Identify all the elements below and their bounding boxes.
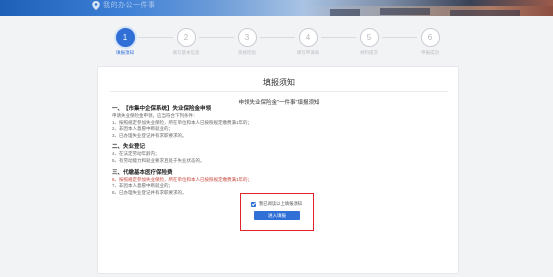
banner-skyline bbox=[330, 9, 360, 16]
step-2: 2 填写基本信息 bbox=[166, 28, 206, 56]
enter-button[interactable]: 进入填报 bbox=[254, 211, 300, 220]
section-heading: 三、代缴基本医疗保险费 bbox=[112, 169, 173, 176]
notice-card: 填报须知 申领失业保险金"一件事"填报须知 一、【市集中企保系统】失业保险金申领… bbox=[97, 66, 459, 274]
step-number: 2 bbox=[176, 28, 196, 47]
step-number: 4 bbox=[298, 28, 318, 47]
notice-section: 一、【市集中企保系统】失业保险金申领 申请失业保险金申领，应当符合下列条件： 1、按… bbox=[112, 105, 442, 139]
step-number: 3 bbox=[237, 28, 257, 47]
divider bbox=[110, 91, 448, 92]
site-logo[interactable]: 我的办公一件事 bbox=[92, 0, 156, 10]
progress-stepper: 1 填报须知 2 填写基本信息 3 资格检验 4 填写申请表 5 材料提交 6 申报成功 bbox=[95, 28, 465, 58]
step-label: 填报须知 bbox=[116, 50, 134, 55]
agree-checkbox[interactable] bbox=[251, 201, 256, 207]
step-3: 3 资格检验 bbox=[227, 28, 267, 56]
step-label: 申报成功 bbox=[421, 50, 439, 55]
agree-checkbox-row[interactable]: 我已阅读以上填报须知 bbox=[251, 201, 302, 207]
step-6: 6 申报成功 bbox=[410, 28, 450, 56]
site-title: 我的办公一件事 bbox=[103, 2, 156, 9]
banner-skyline bbox=[380, 8, 430, 15]
step-4: 4 填写申请表 bbox=[288, 28, 328, 56]
step-number: 6 bbox=[420, 28, 440, 47]
section-line: 2、非因本人意愿中断就业的； bbox=[112, 126, 174, 132]
top-banner: 我的办公一件事 bbox=[0, 0, 553, 16]
step-1: 1 填报须知 bbox=[105, 28, 145, 56]
banner-skyline bbox=[450, 10, 520, 16]
section-line: 3、已办理失业登记并有求职要求的。 bbox=[112, 132, 187, 138]
step-5: 5 材料提交 bbox=[349, 28, 389, 56]
step-label: 资格检验 bbox=[238, 50, 256, 55]
step-label: 材料提交 bbox=[360, 50, 378, 55]
section-heading: 一、【市集中企保系统】失业保险金申领 bbox=[112, 106, 212, 112]
location-pin-icon bbox=[92, 0, 100, 10]
section-line: 7、非因本人意愿中断就业的； bbox=[112, 183, 174, 189]
step-label: 填写基本信息 bbox=[172, 50, 200, 55]
section-heading: 二、失业登记 bbox=[112, 144, 146, 151]
section-line: 5、有劳动能力和就业要求且处于失业状态的。 bbox=[112, 157, 205, 163]
step-number: 1 bbox=[115, 28, 135, 47]
step-label: 填写申请表 bbox=[296, 50, 320, 55]
card-title: 填报须知 bbox=[263, 78, 295, 87]
section-line: 申请失业保险金申领，应当符合下列条件： bbox=[112, 113, 198, 118]
notice-sections: 一、【市集中企保系统】失业保险金申领 申请失业保险金申领，应当符合下列条件： 1、按… bbox=[112, 103, 442, 196]
agree-label: 我已阅读以上填报须知 bbox=[259, 201, 302, 206]
page: 我的办公一件事 1 填报须知 2 填写基本信息 3 资格检验 4 填写申请表 5 材料提交 6 申报成… bbox=[0, 0, 553, 277]
section-line: 4、在法定劳动年龄内； bbox=[112, 151, 160, 157]
step-number: 5 bbox=[359, 28, 379, 47]
notice-section: 二、失业登记 4、在法定劳动年龄内； 5、有劳动能力和就业要求且处于失业状态的。 bbox=[112, 143, 442, 164]
